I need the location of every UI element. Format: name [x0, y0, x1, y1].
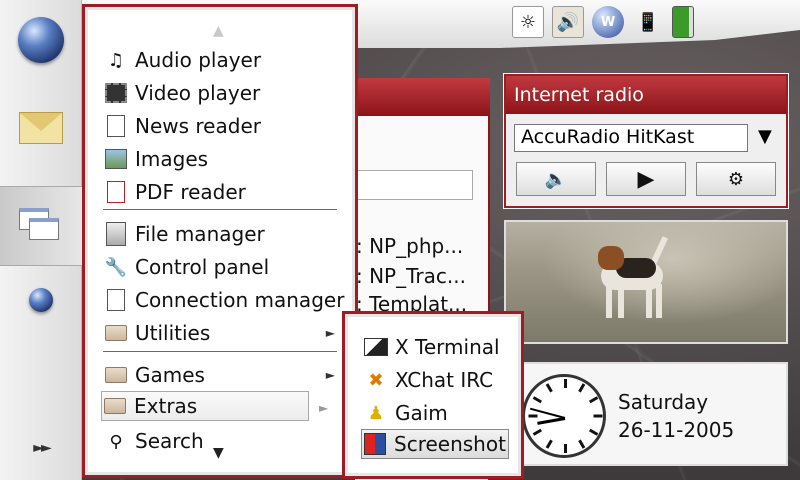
- folder-icon: [102, 393, 128, 419]
- menu-item-label: PDF reader: [135, 180, 246, 204]
- submenu-arrow-icon: ►: [325, 368, 335, 382]
- email-icon[interactable]: [0, 88, 82, 168]
- terminal-icon: [363, 334, 389, 360]
- screenshot-icon: [362, 431, 388, 457]
- clock-applet[interactable]: Saturday 26-11-2005: [506, 362, 788, 466]
- clock-date: 26-11-2005: [618, 418, 735, 442]
- clock-face-icon: [522, 374, 606, 458]
- web-browser-icon[interactable]: [0, 0, 82, 80]
- menu-item-news-reader[interactable]: News reader: [103, 111, 343, 141]
- submenu-item-label: XChat IRC: [395, 368, 494, 392]
- radio-station-select[interactable]: AccuRadio HitKast: [514, 124, 748, 152]
- volume-icon[interactable]: 🔊: [552, 6, 584, 38]
- menu-item-control-panel[interactable]: 🔧 Control panel: [103, 252, 343, 282]
- phone-icon[interactable]: 📱: [632, 6, 664, 38]
- music-note-icon: ♫: [107, 49, 125, 71]
- task-navigator: ►►: [0, 0, 82, 480]
- internet-globe-icon[interactable]: [0, 260, 82, 340]
- connection-icon: [103, 287, 129, 313]
- menu-item-label: Extras: [134, 394, 198, 418]
- menu-item-connection-manager[interactable]: Connection manager: [103, 285, 345, 315]
- menu-separator: [103, 209, 337, 210]
- menu-item-extras[interactable]: Extras: [101, 391, 309, 421]
- menu-item-label: Control panel: [135, 255, 270, 279]
- folder-icon: [103, 320, 129, 346]
- submenu-item-label: Gaim: [395, 401, 448, 425]
- menu-item-images[interactable]: Images: [103, 144, 343, 174]
- background-app-line: : NP_Trac...: [356, 264, 466, 288]
- submenu-item-gaim[interactable]: ♟ Gaim: [363, 398, 509, 428]
- play-icon: ▶: [637, 166, 655, 192]
- submenu-item-x-terminal[interactable]: X Terminal: [363, 332, 509, 362]
- wrench-icon: 🔧: [104, 256, 128, 278]
- menu-item-games[interactable]: Games ►: [103, 360, 343, 390]
- menu-item-label: Utilities: [135, 321, 211, 345]
- chevron-down-icon[interactable]: ▼: [758, 126, 772, 147]
- internet-connection-icon[interactable]: W: [592, 6, 624, 38]
- background-app-line: : NP_php...: [356, 234, 464, 258]
- submenu-item-screenshot[interactable]: Screenshot: [361, 429, 509, 459]
- xchat-icon: ✖: [368, 369, 384, 391]
- application-menu: ▲ ♫ Audio player Video player News reade…: [82, 4, 358, 478]
- gaim-icon: ♟: [367, 402, 385, 424]
- submenu-item-label: Screenshot: [394, 432, 506, 456]
- extras-submenu: X Terminal ✖ XChat IRC ♟ Gaim Screenshot: [342, 311, 524, 479]
- menu-item-label: Games: [135, 363, 205, 387]
- radio-volume-button[interactable]: 🔈: [516, 162, 596, 196]
- menu-item-label: Images: [135, 147, 209, 171]
- menu-item-video-player[interactable]: Video player: [103, 78, 343, 108]
- pdf-icon: [103, 179, 129, 205]
- radio-settings-button[interactable]: ⚙: [696, 162, 776, 196]
- menu-item-label: Audio player: [135, 48, 262, 72]
- background-app-titlebar: [355, 78, 490, 116]
- background-app-input[interactable]: [355, 170, 473, 200]
- menu-item-file-manager[interactable]: File manager: [103, 219, 343, 249]
- image-icon: [103, 146, 129, 172]
- submenu-item-label: X Terminal: [395, 335, 500, 359]
- menu-item-audio-player[interactable]: ♫ Audio player: [103, 45, 343, 75]
- settings-icon: ⚙: [727, 168, 745, 190]
- submenu-arrow-icon: ►: [319, 401, 329, 415]
- menu-item-label: Search: [135, 429, 204, 449]
- radio-play-button[interactable]: ▶: [606, 162, 686, 196]
- internet-radio-applet: Internet radio AccuRadio HitKast ▼ 🔈 ▶ ⚙: [504, 74, 788, 208]
- submenu-item-xchat-irc[interactable]: ✖ XChat IRC: [363, 365, 509, 395]
- expand-arrows-icon[interactable]: ►►: [0, 408, 82, 480]
- radio-title: Internet radio: [506, 76, 786, 114]
- menu-item-label: Connection manager: [135, 288, 345, 312]
- display-settings-icon[interactable]: ☼: [512, 6, 544, 38]
- volume-icon: 🔈: [544, 168, 568, 190]
- news-icon: [103, 113, 129, 139]
- menu-item-pdf-reader[interactable]: PDF reader: [103, 177, 343, 207]
- scroll-down-icon[interactable]: ▼: [213, 445, 224, 461]
- status-bar-icons: ☼ 🔊 W 📱: [512, 6, 694, 38]
- menu-item-label: Video player: [135, 81, 261, 105]
- menu-item-label: News reader: [135, 114, 261, 138]
- scroll-up-icon[interactable]: ▲: [213, 23, 224, 39]
- folder-icon: [103, 362, 129, 388]
- film-icon: [103, 80, 129, 106]
- battery-icon[interactable]: [672, 6, 694, 38]
- clock-day: Saturday: [618, 390, 709, 414]
- menu-separator: [103, 351, 337, 352]
- application-switcher-icon[interactable]: [0, 186, 82, 266]
- binoculars-icon: ⚲: [109, 431, 123, 450]
- menu-item-utilities[interactable]: Utilities ►: [103, 318, 343, 348]
- submenu-arrow-icon: ►: [325, 326, 335, 340]
- menu-item-label: File manager: [135, 222, 265, 246]
- image-applet[interactable]: [504, 220, 788, 344]
- file-cabinet-icon: [103, 221, 129, 247]
